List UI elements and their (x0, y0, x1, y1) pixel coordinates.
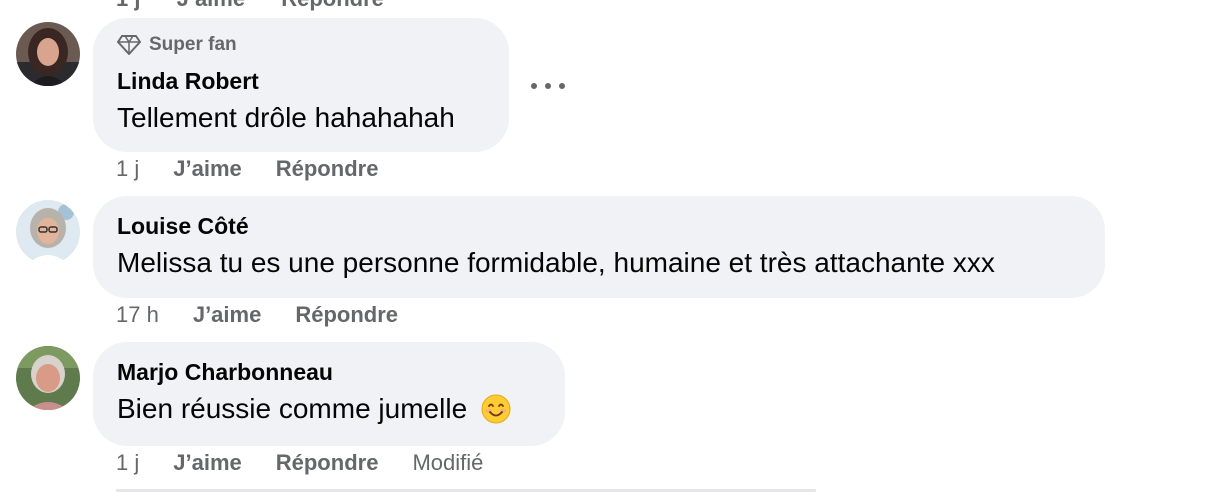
comment-actions: 1 j J’aime Répondre Modifié (116, 450, 483, 476)
reply-button[interactable]: Répondre (281, 0, 384, 11)
comment-time[interactable]: 1 j (116, 156, 139, 182)
comment-text: Bien réussie comme jumelle (117, 393, 468, 424)
comment-time: 1 j (116, 0, 140, 11)
diamond-icon (117, 35, 141, 55)
comment-bubble: Super fan Linda Robert Tellement drôle h… (93, 18, 509, 152)
comment-text: Tellement drôle hahahahah (117, 102, 455, 133)
comment-author[interactable]: Marjo Charbonneau (117, 359, 333, 386)
super-fan-badge: Super fan (117, 34, 237, 56)
like-button[interactable]: J’aime (173, 156, 242, 182)
comment-text-row: Bien réussie comme jumelle (117, 393, 511, 425)
comment-author[interactable]: Linda Robert (117, 68, 259, 95)
avatar[interactable] (16, 22, 80, 86)
comment-author[interactable]: Louise Côté (117, 213, 249, 240)
like-button[interactable]: J’aime (193, 302, 262, 328)
reply-button[interactable]: Répondre (295, 302, 398, 328)
reply-button[interactable]: Répondre (276, 156, 379, 182)
avatar[interactable] (16, 346, 80, 410)
comment-bubble: Louise Côté Melissa tu es une personne f… (93, 196, 1105, 298)
like-button[interactable]: J’aime (173, 450, 242, 476)
previous-comment-actions: 1 j J’aime Répondre (116, 0, 414, 12)
comment-time[interactable]: 1 j (116, 450, 139, 476)
edited-label: Modifié (412, 450, 484, 475)
comment-text: Melissa tu es une personne formidable, h… (117, 247, 995, 278)
more-options-icon[interactable] (531, 76, 565, 96)
like-button[interactable]: J’aime (177, 0, 246, 11)
comment-time[interactable]: 17 h (116, 302, 159, 328)
avatar[interactable] (16, 200, 80, 264)
smiling-face-emoji (481, 394, 511, 424)
reply-button[interactable]: Répondre (276, 450, 379, 476)
comment-actions: 17 h J’aime Répondre (116, 302, 398, 328)
comment-bubble: Marjo Charbonneau Bien réussie comme jum… (93, 342, 565, 446)
badge-label: Super fan (149, 34, 237, 55)
comment-actions: 1 j J’aime Répondre (116, 156, 378, 182)
